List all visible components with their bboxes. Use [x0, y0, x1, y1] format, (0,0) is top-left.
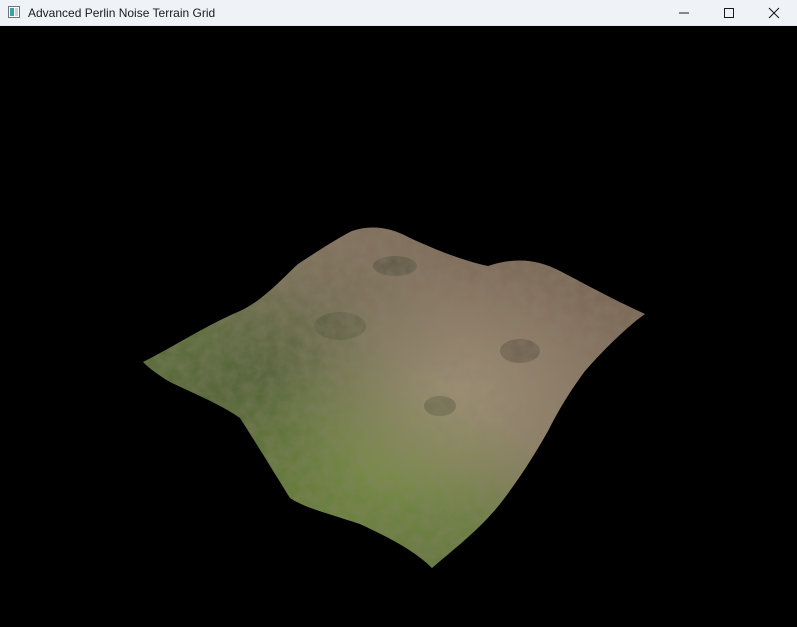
maximize-icon	[723, 7, 734, 18]
app-window: Advanced Perlin Noise Terrain Grid	[0, 0, 797, 627]
close-icon	[768, 7, 779, 18]
terrain-mesh	[143, 227, 645, 568]
window-app-icon[interactable]	[8, 6, 20, 18]
maximize-button[interactable]	[706, 0, 751, 25]
terrain-scene	[143, 227, 645, 568]
minimize-icon	[678, 12, 689, 13]
title-bar[interactable]: Advanced Perlin Noise Terrain Grid	[0, 0, 797, 26]
window-title: Advanced Perlin Noise Terrain Grid	[28, 6, 216, 20]
close-button[interactable]	[751, 0, 796, 25]
minimize-button[interactable]	[661, 0, 706, 25]
render-viewport[interactable]	[0, 26, 797, 627]
